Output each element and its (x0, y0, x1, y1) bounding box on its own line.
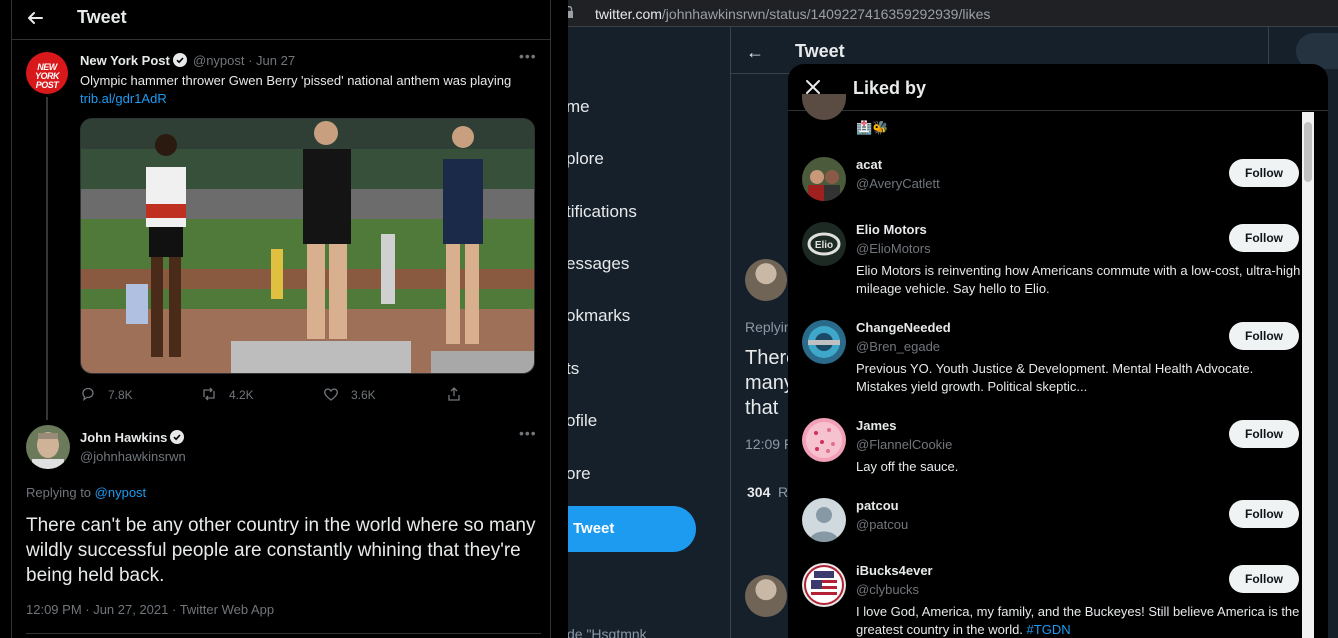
bg-nav-item-messages[interactable]: essages (566, 254, 629, 274)
retweet-count: 4.2K (229, 388, 254, 402)
reply-author-handle[interactable]: @johnhawkinsrwn (80, 449, 186, 464)
url-domain: twitter.com (595, 6, 662, 22)
tweet-author-name[interactable]: New York Post (80, 53, 187, 68)
author-name-text: New York Post (80, 53, 170, 68)
bg-tweet-button[interactable]: Tweet (560, 506, 696, 552)
bg-likes-suffix: R (778, 484, 789, 500)
follow-button[interactable]: Follow (1229, 420, 1299, 448)
share-icon (448, 387, 460, 401)
like-count: 3.6K (351, 388, 376, 402)
author-name-text: John Hawkins (80, 430, 168, 445)
hashtag-link[interactable]: #TGDN (1027, 622, 1071, 637)
liker-handle: @AveryCatlett (856, 176, 940, 191)
modal-title: Liked by (853, 78, 927, 98)
follow-button[interactable]: Follow (1229, 565, 1299, 593)
default-avatar[interactable] (802, 498, 846, 542)
tweet-timestamp[interactable]: 12:09 PM · Jun 27, 2021 · Twitter Web Ap… (26, 602, 274, 617)
liker-bio: I love God, America, my family, and the … (856, 603, 1302, 638)
liker-bio-text: I love God, America, my family, and the … (856, 604, 1300, 637)
mention-link[interactable]: @nypost (95, 485, 147, 500)
bg-nav-item-explore[interactable]: plore (566, 149, 604, 169)
scrollbar-thumb[interactable] (1304, 122, 1312, 182)
liked-by-modal: Liked by 🏥🐝 acat @AveryCatlett Follow El… (788, 64, 1328, 638)
bg-back-arrow-icon[interactable]: ← (746, 42, 764, 63)
tweet-link[interactable]: trib.al/gdr1AdR (80, 91, 167, 106)
divider (26, 633, 541, 634)
bg-time-partial: 12:09 P (745, 436, 794, 452)
scrollbar[interactable] (1302, 112, 1314, 638)
bg-avatar (745, 259, 787, 301)
follow-button[interactable]: Follow (1229, 322, 1299, 350)
back-arrow-icon[interactable] (26, 9, 44, 27)
verified-badge-icon (170, 430, 185, 444)
reply-author-name[interactable]: John Hawkins (80, 430, 185, 445)
bg-likes-count[interactable]: 304 (747, 484, 770, 500)
avatar[interactable] (802, 320, 846, 364)
reply-text: There can't be any other country in the … (26, 515, 536, 586)
liker-name[interactable]: ChangeNeeded (856, 320, 951, 335)
partial-bio-emoji: 🏥🐝 (856, 120, 889, 135)
heart-icon (324, 388, 338, 401)
bg-nav-item-bookmarks[interactable]: okmarks (566, 306, 630, 326)
avatar[interactable] (26, 425, 70, 469)
bg-avatar-2 (745, 575, 787, 617)
liker-name[interactable]: patcou (856, 498, 899, 513)
nypost-avatar[interactable]: NEW YORK POST (26, 52, 68, 94)
url-path: /johnhawkinsrwn/status/14092274163592929… (661, 6, 991, 22)
follow-button[interactable]: Follow (1229, 224, 1299, 252)
more-options-icon[interactable]: ••• (519, 48, 537, 64)
liker-handle: @clybucks (856, 582, 920, 597)
bg-nav-item-profile[interactable]: ofile (566, 411, 597, 431)
tweet-author-handle[interactable]: @nypost · Jun 27 (193, 53, 295, 68)
liker-handle: @ElioMotors (856, 241, 931, 256)
avatar[interactable] (802, 157, 846, 201)
reply-count: 7.8K (108, 388, 133, 402)
avatar[interactable]: Elio (802, 222, 846, 266)
follow-button[interactable]: Follow (1229, 159, 1299, 187)
liker-name[interactable]: acat (856, 157, 882, 172)
tweet-photo[interactable] (80, 118, 535, 374)
retweet-icon (203, 387, 215, 401)
page-title: Tweet (77, 7, 127, 27)
follow-button[interactable]: Follow (1229, 500, 1299, 528)
liker-bio: Previous YO. Youth Justice & Development… (856, 361, 1254, 394)
avatar-partial (802, 94, 846, 120)
bg-bottom-partial: de "Hsgtmnk (567, 626, 647, 638)
bg-header-title: Tweet (795, 41, 845, 61)
main-tweet-window: Tweet NEW YORK POST New York Post @nypos… (0, 0, 568, 638)
replying-to: Replying to @nypost (26, 485, 146, 500)
tweet-text: Olympic hammer thrower Gwen Berry 'pisse… (80, 73, 512, 88)
liker-name[interactable]: iBucks4ever (856, 563, 933, 578)
address-url[interactable]: twitter.com/johnhawkinsrwn/status/140922… (595, 6, 990, 22)
bg-nav-item-more[interactable]: ore (566, 464, 591, 484)
liker-name[interactable]: James (856, 418, 896, 433)
thread-line (46, 97, 48, 420)
avatar[interactable] (802, 563, 846, 607)
replying-label: Replying to (26, 485, 92, 500)
address-bar[interactable]: twitter.com/johnhawkinsrwn/status/140922… (560, 0, 1338, 27)
liker-handle: @patcou (856, 517, 909, 532)
more-options-icon[interactable]: ••• (519, 425, 537, 441)
liker-bio: Lay off the sauce. (856, 459, 959, 474)
verified-badge-icon (172, 53, 187, 67)
modal-header: Liked by (788, 64, 1328, 111)
bg-divider (730, 27, 731, 638)
bg-nav-item-home[interactable]: me (566, 97, 590, 117)
bg-nav-item-notifications[interactable]: tifications (566, 202, 637, 222)
liker-bio: Elio Motors is reinventing how Americans… (856, 263, 1301, 296)
svg-text:Elio: Elio (815, 240, 833, 251)
reply-icon (82, 387, 94, 401)
liker-handle: @Bren_egade (856, 339, 941, 354)
avatar[interactable] (802, 418, 846, 462)
liker-name[interactable]: Elio Motors (856, 222, 927, 237)
liker-handle: @FlannelCookie (856, 437, 953, 452)
